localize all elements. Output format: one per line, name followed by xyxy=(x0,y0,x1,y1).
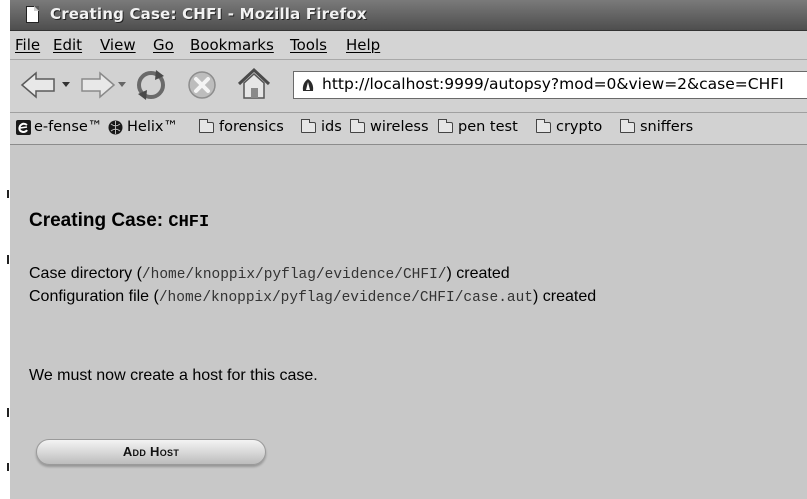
folder-icon xyxy=(620,118,635,133)
config-file-path: /home/knoppix/pyflag/evidence/CHFI/case.… xyxy=(158,290,534,306)
bookmark-folder-sniffers[interactable]: sniffers xyxy=(620,118,694,135)
menu-go[interactable]: Go xyxy=(153,36,174,54)
browser-window: Creating Case: CHFI - Mozilla Firefox Fi… xyxy=(10,0,807,499)
home-icon[interactable] xyxy=(236,67,272,101)
config-suffix: ) created xyxy=(533,288,597,305)
folder-icon xyxy=(536,118,551,133)
bookmarks-toolbar: e-fense™ Helix™ forensics ids wireless p… xyxy=(10,113,807,145)
navigation-toolbar: http://localhost:9999/autopsy?mod=0&view… xyxy=(10,60,807,113)
document-icon xyxy=(26,6,39,23)
folder-icon xyxy=(199,118,214,133)
instruction-message: We must now create a host for this case. xyxy=(29,367,318,384)
bookmark-folder-crypto[interactable]: crypto xyxy=(536,118,603,135)
folder-icon xyxy=(438,118,453,133)
case-directory-line: Case directory (/home/knoppix/pyflag/evi… xyxy=(29,265,510,283)
dir-suffix: ) created xyxy=(446,265,510,282)
bookmark-label: Helix™ xyxy=(127,119,178,135)
menu-tools[interactable]: Tools xyxy=(290,36,327,54)
window-title: Creating Case: CHFI - Mozilla Firefox xyxy=(50,5,367,23)
stop-icon[interactable] xyxy=(186,69,218,101)
menu-view[interactable]: View xyxy=(100,36,136,54)
reload-icon[interactable] xyxy=(134,68,168,102)
forward-arrow-icon[interactable] xyxy=(78,71,116,99)
title-bar[interactable]: Creating Case: CHFI - Mozilla Firefox xyxy=(10,0,807,31)
config-prefix: Configuration file ( xyxy=(29,288,159,305)
back-arrow-icon[interactable] xyxy=(20,71,58,99)
edge-mark xyxy=(7,463,9,471)
edge-mark xyxy=(7,408,9,417)
menu-file[interactable]: File xyxy=(15,36,40,54)
helix-icon xyxy=(108,120,123,134)
site-favicon-icon xyxy=(300,77,316,93)
menu-bar: File Edit View Go Bookmarks Tools Help xyxy=(10,31,807,60)
heading-prefix: Creating Case: xyxy=(29,210,169,231)
add-host-label: Add Host xyxy=(122,444,180,459)
back-dropdown-icon[interactable] xyxy=(62,82,70,88)
bookmark-label: crypto xyxy=(556,119,603,135)
dir-prefix: Case directory ( xyxy=(29,265,142,282)
bookmark-label: pen test xyxy=(458,119,518,135)
desktop-edge xyxy=(0,0,10,499)
e-fense-icon xyxy=(16,119,31,135)
bookmark-folder-ids[interactable]: ids xyxy=(301,118,342,135)
bookmark-label: forensics xyxy=(219,119,284,135)
bookmark-e-fense[interactable]: e-fense™ xyxy=(16,119,102,135)
folder-icon xyxy=(301,118,316,133)
bookmark-folder-pen-test[interactable]: pen test xyxy=(438,118,518,135)
bookmark-label: e-fense™ xyxy=(34,119,103,135)
menu-help[interactable]: Help xyxy=(346,36,380,54)
url-text[interactable]: http://localhost:9999/autopsy?mod=0&view… xyxy=(322,75,784,93)
forward-dropdown-icon[interactable] xyxy=(118,82,126,88)
folder-icon xyxy=(350,118,365,133)
edge-mark xyxy=(7,255,9,264)
case-directory-path: /home/knoppix/pyflag/evidence/CHFI/ xyxy=(141,267,447,283)
add-host-button[interactable]: Add Host xyxy=(36,439,266,465)
bookmark-folder-forensics[interactable]: forensics xyxy=(199,118,284,135)
bookmark-helix[interactable]: Helix™ xyxy=(108,119,178,135)
case-name: CHFI xyxy=(168,213,210,232)
bookmark-label: wireless xyxy=(370,119,429,135)
bookmark-label: ids xyxy=(321,119,342,135)
page-heading: Creating Case: CHFI xyxy=(29,210,209,232)
bookmark-label: sniffers xyxy=(640,119,694,135)
menu-edit[interactable]: Edit xyxy=(53,36,82,54)
bookmark-folder-wireless[interactable]: wireless xyxy=(350,118,429,135)
config-file-line: Configuration file (/home/knoppix/pyflag… xyxy=(29,288,596,306)
url-bar[interactable]: http://localhost:9999/autopsy?mod=0&view… xyxy=(293,71,807,99)
menu-bookmarks[interactable]: Bookmarks xyxy=(190,36,274,54)
edge-mark xyxy=(7,190,9,198)
